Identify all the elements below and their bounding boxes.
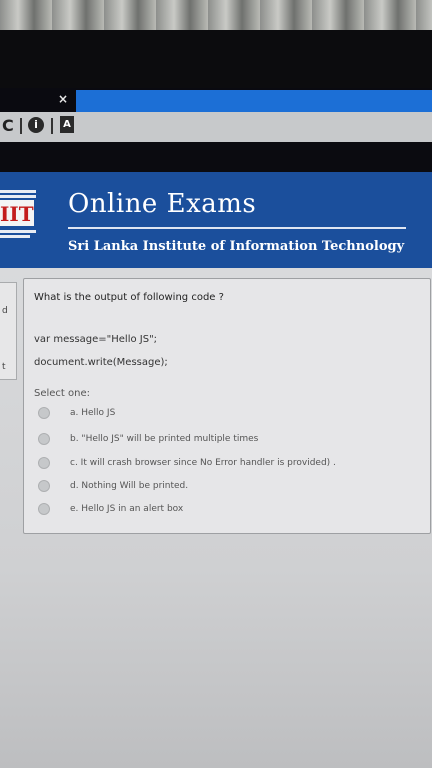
toolbar-divider xyxy=(51,118,53,134)
radio-button[interactable] xyxy=(38,407,50,419)
radio-button[interactable] xyxy=(38,457,50,469)
site-info-icon[interactable]: i xyxy=(28,117,44,133)
option-label[interactable]: c. It will crash browser since No Error … xyxy=(70,454,420,472)
code-line: document.write(Message); xyxy=(34,357,168,368)
answer-option-b[interactable]: b. "Hello JS" will be printed multiple t… xyxy=(38,430,418,448)
reload-icon[interactable]: C xyxy=(2,116,18,136)
question-text: What is the output of following code ? xyxy=(34,292,224,303)
side-panel-mark: d xyxy=(2,306,8,316)
photo-background xyxy=(0,0,432,34)
side-panel-mark: t xyxy=(2,362,6,372)
option-label[interactable]: b. "Hello JS" will be printed multiple t… xyxy=(70,430,420,448)
radio-button[interactable] xyxy=(38,480,50,492)
answer-option-c[interactable]: c. It will crash browser since No Error … xyxy=(38,454,418,472)
answer-option-e[interactable]: e. Hello JS in an alert box xyxy=(38,500,418,518)
option-label[interactable]: d. Nothing Will be printed. xyxy=(70,477,420,495)
active-browser-tab[interactable] xyxy=(76,90,432,112)
browser-bookmark-bar xyxy=(0,142,432,172)
answer-option-a[interactable]: a. Hello JS xyxy=(38,404,418,422)
option-label[interactable]: e. Hello JS in an alert box xyxy=(70,500,420,518)
page-document-icon[interactable]: A xyxy=(60,116,74,133)
title-divider xyxy=(68,227,406,229)
radio-button[interactable] xyxy=(38,433,50,445)
select-one-label: Select one: xyxy=(34,388,91,399)
site-title: Online Exams xyxy=(68,189,257,219)
logo-text: IIT xyxy=(0,202,34,226)
code-line: var message="Hello JS"; xyxy=(34,334,158,345)
answer-option-d[interactable]: d. Nothing Will be printed. xyxy=(38,477,418,495)
site-subtitle: Sri Lanka Institute of Information Techn… xyxy=(68,239,405,254)
tab-close-icon[interactable]: × xyxy=(58,92,70,106)
toolbar-divider xyxy=(20,118,22,134)
option-label[interactable]: a. Hello JS xyxy=(70,404,420,422)
radio-button[interactable] xyxy=(38,503,50,515)
monitor-bezel xyxy=(0,30,432,92)
